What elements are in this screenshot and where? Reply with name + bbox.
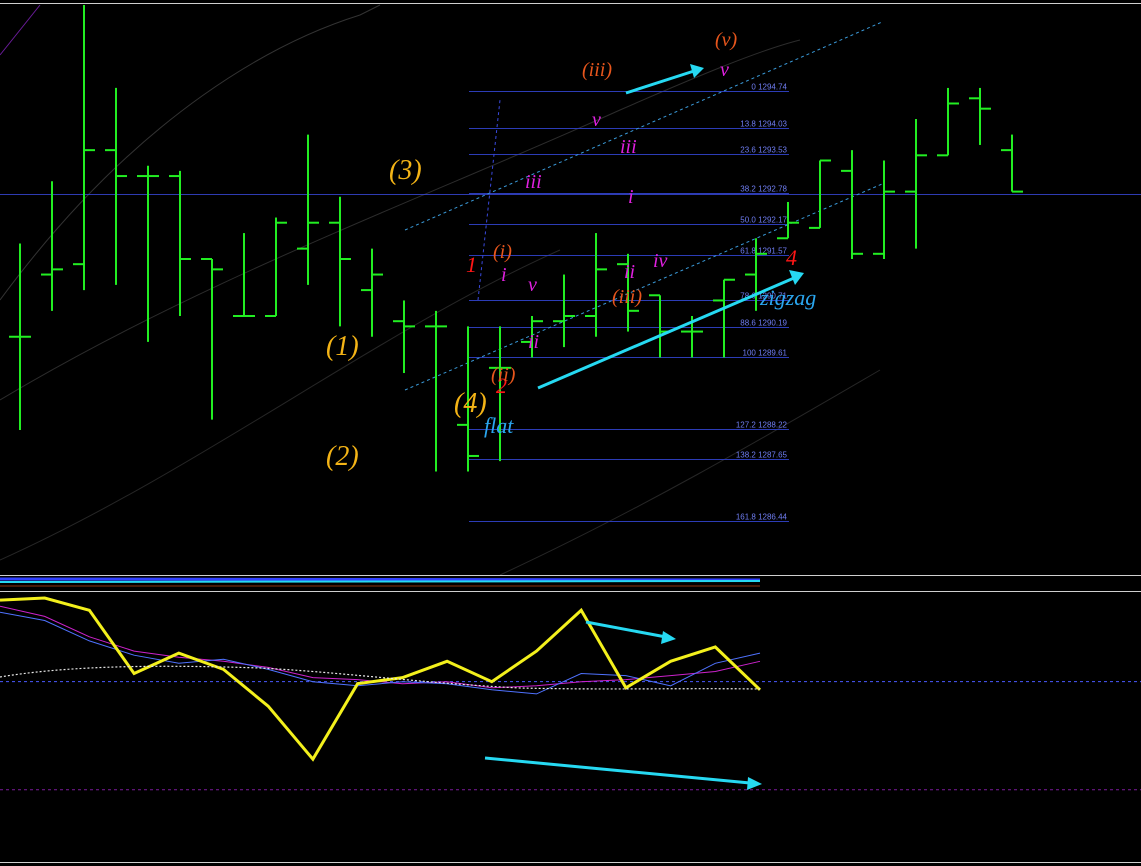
magenta-label-ii-b: ii bbox=[624, 261, 635, 283]
oscillator-series-line bbox=[0, 596, 762, 762]
channel-upper-line bbox=[404, 21, 883, 231]
arrow-osc-lower-head bbox=[747, 777, 762, 790]
fib-level-label: 50.0 1292.17 bbox=[740, 216, 787, 225]
arrow-upper-head bbox=[690, 64, 704, 78]
fib-level-label: 100 1289.61 bbox=[743, 349, 788, 358]
arrow-lower-head bbox=[789, 270, 804, 285]
magenta-label-v-top: v bbox=[720, 59, 729, 81]
price-bar bbox=[169, 170, 191, 317]
label-flat: flat bbox=[484, 413, 514, 438]
price-bar bbox=[969, 87, 991, 145]
price-bar bbox=[265, 217, 287, 318]
wave-label-1: (1) bbox=[326, 331, 359, 362]
price-bar bbox=[1001, 134, 1023, 193]
fib-level-label: 138.2 1287.65 bbox=[736, 451, 788, 460]
price-bar bbox=[73, 5, 95, 291]
price-bar bbox=[841, 150, 863, 259]
price-bar bbox=[9, 243, 31, 431]
ma-curve-upper bbox=[0, 4, 381, 301]
price-bar bbox=[873, 160, 895, 259]
fib-level-label: 161.8 1286.44 bbox=[736, 513, 788, 522]
fib-level-label: 38.2 1292.78 bbox=[740, 185, 787, 194]
price-bar bbox=[713, 278, 735, 358]
oscillator-panel bbox=[0, 596, 1141, 791]
oscillator-arrows bbox=[484, 620, 762, 790]
price-bar bbox=[937, 87, 959, 157]
price-bar bbox=[361, 248, 383, 337]
orange-label-ii: (ii) bbox=[491, 364, 516, 386]
magenta-label-iii-b: iii bbox=[620, 136, 637, 158]
fib-level-label: 0 1294.74 bbox=[751, 83, 787, 92]
magenta-label-i-low: i bbox=[501, 264, 507, 286]
wave-label-4: (4) bbox=[454, 388, 487, 419]
price-bar bbox=[425, 310, 447, 472]
magenta-label-i-b: i bbox=[628, 186, 634, 208]
magenta-label-v-low: v bbox=[528, 274, 537, 296]
price-bar bbox=[329, 196, 351, 327]
fib-level-label: 88.6 1290.19 bbox=[740, 319, 787, 328]
wave-label-2: (2) bbox=[326, 441, 359, 472]
arrow-osc-upper bbox=[585, 620, 667, 639]
orange-label-iii-low: (iii) bbox=[612, 286, 642, 308]
fib-anchor-line bbox=[477, 99, 501, 301]
price-bar bbox=[105, 87, 127, 285]
panel-separator bbox=[0, 575, 1141, 592]
magenta-label-v-a: v bbox=[592, 109, 601, 131]
purple-line bbox=[0, 4, 41, 56]
ma-curve-mid bbox=[0, 39, 801, 401]
red-label-1: 1 bbox=[466, 252, 477, 277]
arrow-osc-lower bbox=[484, 756, 751, 785]
magenta-label-ii-low: ii bbox=[528, 331, 539, 353]
red-label-4: 4 bbox=[786, 245, 797, 270]
price-bar bbox=[905, 119, 927, 249]
price-bar bbox=[585, 233, 607, 337]
arrow-lower bbox=[537, 276, 795, 390]
magenta-label-iv-b: iv bbox=[653, 250, 668, 272]
price-bar bbox=[553, 274, 575, 348]
wave-label-3: (3) bbox=[389, 155, 422, 186]
price-bar bbox=[393, 300, 415, 374]
trading-chart: 0 1294.74 13.8 1294.03 23.6 1293.53 38.2 12… bbox=[0, 3, 1141, 863]
price-bar bbox=[233, 233, 255, 318]
orange-label-iii-top: (iii) bbox=[582, 59, 612, 81]
orange-label-i: (i) bbox=[493, 241, 512, 263]
trend-arrows bbox=[537, 64, 804, 390]
orange-label-v: (v) bbox=[715, 29, 738, 51]
price-bar bbox=[297, 134, 319, 285]
fib-level-label: 23.6 1293.53 bbox=[740, 146, 787, 155]
fib-level-label: 127.2 1288.22 bbox=[736, 421, 788, 430]
ma-curve-bottom bbox=[499, 369, 881, 576]
fib-level-label: 13.8 1294.03 bbox=[740, 120, 787, 129]
price-bar bbox=[201, 257, 223, 420]
price-bars bbox=[9, 5, 1023, 472]
arrow-osc-upper-head bbox=[661, 631, 676, 644]
label-zigzag: zigzag bbox=[759, 285, 816, 310]
price-bar bbox=[41, 181, 63, 311]
magenta-label-iii-a: iii bbox=[525, 171, 542, 193]
price-bar bbox=[649, 294, 671, 358]
